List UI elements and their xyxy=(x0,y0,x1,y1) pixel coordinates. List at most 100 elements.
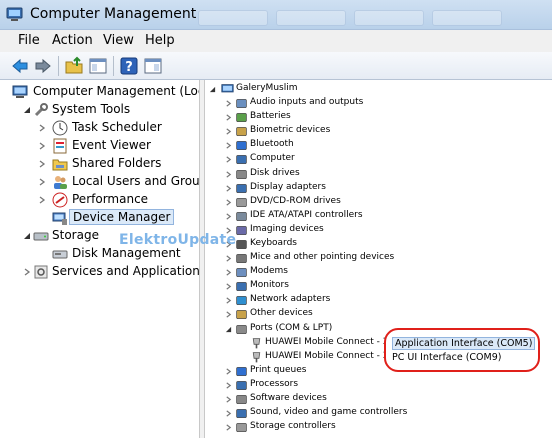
device-category-icon xyxy=(236,127,247,136)
expand-arrow-icon[interactable] xyxy=(225,396,232,403)
expand-arrow-icon[interactable] xyxy=(225,128,232,135)
device-category-item-12[interactable]: Modems xyxy=(205,266,552,280)
back-icon[interactable] xyxy=(10,56,30,76)
device-category-item-10[interactable]: Keyboards xyxy=(205,238,552,252)
device-category-icon xyxy=(236,296,247,305)
tree-task-scheduler[interactable]: Task Scheduler xyxy=(0,119,199,137)
device-category-item-1[interactable]: Batteries xyxy=(205,111,552,125)
device-category-icon xyxy=(236,170,247,179)
device-category-item-13[interactable]: Monitors xyxy=(205,280,552,294)
device-category-item-11[interactable]: Mice and other pointing devices xyxy=(205,252,552,266)
window-title: Computer Management xyxy=(30,6,197,22)
svg-text:?: ? xyxy=(125,60,133,75)
port-icon xyxy=(252,338,261,349)
expand-arrow-icon[interactable] xyxy=(38,160,46,168)
collapse-arrow-icon[interactable] xyxy=(23,106,31,114)
device-category-after-2[interactable]: Software devices xyxy=(205,393,552,407)
help-icon[interactable]: ? xyxy=(119,56,139,76)
device-category-item-9[interactable]: Imaging devices xyxy=(205,224,552,238)
device-category-item-14[interactable]: Network adapters xyxy=(205,294,552,308)
expand-arrow-icon[interactable] xyxy=(225,213,232,220)
device-category-icon xyxy=(236,141,247,150)
expand-arrow-icon[interactable] xyxy=(225,171,232,178)
device-category-item-8[interactable]: IDE ATA/ATAPI controllers xyxy=(205,210,552,224)
expand-arrow-icon[interactable] xyxy=(225,382,232,389)
services-icon xyxy=(34,265,48,279)
collapse-arrow-icon[interactable] xyxy=(23,232,31,240)
expand-arrow-icon[interactable] xyxy=(225,424,232,431)
expand-arrow-icon[interactable] xyxy=(225,410,232,417)
tree-root[interactable]: Computer Management (Local xyxy=(0,83,215,101)
device-category-item-15[interactable]: Other devices xyxy=(205,308,552,322)
tree-device-manager[interactable]: Device Manager xyxy=(0,209,199,227)
device-category-after-3[interactable]: Sound, video and game controllers xyxy=(205,407,552,421)
expand-arrow-icon[interactable] xyxy=(38,124,46,132)
shared-folder-icon xyxy=(52,159,68,171)
expand-arrow-icon[interactable] xyxy=(225,114,232,121)
device-category-icon xyxy=(236,99,247,108)
expand-arrow-icon[interactable] xyxy=(225,185,232,192)
port-device-label: HUAWEI Mobile Connect - 3 xyxy=(265,337,389,347)
device-root[interactable]: GaleryMuslim xyxy=(205,83,552,97)
clock-icon xyxy=(52,120,68,136)
port-device-0[interactable]: HUAWEI Mobile Connect - 3 xyxy=(205,337,389,351)
device-category-label: Modems xyxy=(250,266,288,276)
computer-management-icon xyxy=(6,7,23,21)
device-category-icon xyxy=(236,409,247,418)
expand-arrow-icon[interactable] xyxy=(225,255,232,262)
device-category-item-7[interactable]: DVD/CD-ROM drives xyxy=(205,196,552,210)
tree-services-applications[interactable]: Services and Applications xyxy=(0,263,206,281)
device-category-icon xyxy=(236,240,247,249)
expand-arrow-icon[interactable] xyxy=(225,297,232,304)
device-category-icon xyxy=(236,423,247,432)
toolbar: ? xyxy=(0,52,552,80)
up-folder-icon[interactable] xyxy=(64,56,84,76)
tree-shared-folders[interactable]: Shared Folders xyxy=(0,155,199,173)
device-category-item-3[interactable]: Bluetooth xyxy=(205,139,552,153)
expand-arrow-icon[interactable] xyxy=(23,268,31,276)
tree-performance[interactable]: Performance xyxy=(0,191,199,209)
forward-icon[interactable] xyxy=(33,56,53,76)
menu-file[interactable]: File xyxy=(18,33,40,48)
tree-event-viewer[interactable]: Event Viewer xyxy=(0,137,199,155)
menu-help[interactable]: Help xyxy=(145,33,175,48)
expand-arrow-icon[interactable] xyxy=(225,269,232,276)
expand-arrow-icon[interactable] xyxy=(225,368,232,375)
device-category-icon xyxy=(236,282,247,291)
tree-system-tools[interactable]: System Tools xyxy=(0,101,199,119)
device-category-after-1[interactable]: Processors xyxy=(205,379,552,393)
menu-action[interactable]: Action xyxy=(52,33,93,48)
port-device-label: HUAWEI Mobile Connect - 3 xyxy=(265,351,389,361)
expand-arrow-icon[interactable] xyxy=(225,156,232,163)
collapse-arrow-icon[interactable] xyxy=(209,86,216,93)
menu-view[interactable]: View xyxy=(103,33,134,48)
port-suffix-com5: Application Interface (COM5) xyxy=(392,337,536,350)
device-category-icon xyxy=(236,254,247,263)
tree-local-users[interactable]: Local Users and Groups xyxy=(0,173,214,191)
port-device-1[interactable]: HUAWEI Mobile Connect - 3 xyxy=(205,351,389,365)
device-category-item-6[interactable]: Display adapters xyxy=(205,182,552,196)
device-category-item-4[interactable]: Computer xyxy=(205,153,552,167)
device-category-icon xyxy=(236,381,247,390)
expand-arrow-icon[interactable] xyxy=(38,196,46,204)
expand-arrow-icon[interactable] xyxy=(225,100,232,107)
device-category-after-4[interactable]: Storage controllers xyxy=(205,421,552,435)
expand-arrow-icon[interactable] xyxy=(38,142,46,150)
expand-arrow-icon[interactable] xyxy=(225,199,232,206)
device-category-label: Network adapters xyxy=(250,294,331,304)
collapse-arrow-icon[interactable] xyxy=(225,326,232,333)
show-hide-tree-icon[interactable] xyxy=(88,56,108,76)
expand-arrow-icon[interactable] xyxy=(38,178,46,186)
expand-arrow-icon[interactable] xyxy=(225,142,232,149)
device-category-label: Software devices xyxy=(250,393,327,403)
device-category-label: Print queues xyxy=(250,365,307,375)
device-category-item-5[interactable]: Disk drives xyxy=(205,168,552,182)
expand-arrow-icon[interactable] xyxy=(225,311,232,318)
device-category-item-2[interactable]: Biometric devices xyxy=(205,125,552,139)
expand-arrow-icon[interactable] xyxy=(225,283,232,290)
device-category-label: Ports (COM & LPT) xyxy=(250,323,333,333)
device-category-icon xyxy=(236,113,247,122)
properties-icon[interactable] xyxy=(143,56,163,76)
device-category-label: DVD/CD-ROM drives xyxy=(250,196,341,206)
device-category-item-0[interactable]: Audio inputs and outputs xyxy=(205,97,552,111)
